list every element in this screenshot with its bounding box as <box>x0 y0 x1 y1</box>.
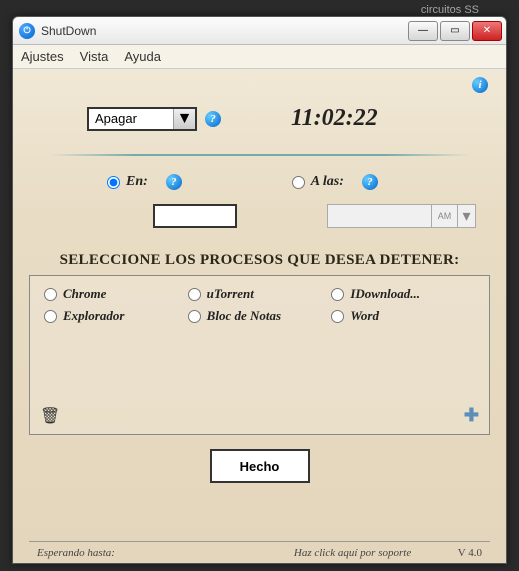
process-radio[interactable] <box>331 288 344 301</box>
process-item[interactable]: Word <box>331 308 475 324</box>
mode-row: En: ? A las: ? <box>29 174 490 190</box>
titlebar: ⏻ ShutDown — ▭ ✕ <box>13 17 506 45</box>
inputs-row: AM ▾ <box>29 204 490 228</box>
time-box: AM ▾ <box>327 204 476 228</box>
process-item[interactable]: IDownload... <box>331 286 475 302</box>
trash-icon[interactable]: 🗑 <box>40 406 60 426</box>
status-left: Esperando hasta: <box>37 547 247 559</box>
process-label: Bloc de Notas <box>207 308 281 324</box>
mode-en-label: En: <box>126 174 148 190</box>
process-radio[interactable] <box>188 310 201 323</box>
action-row: Apagar ▼ ? 11:02:22 <box>29 105 490 132</box>
app-window: ⏻ ShutDown — ▭ ✕ Ajustes Vista Ayuda i A… <box>12 16 507 564</box>
app-title: ShutDown <box>41 24 96 38</box>
time-input <box>327 204 432 228</box>
process-radio[interactable] <box>331 310 344 323</box>
close-button[interactable]: ✕ <box>472 21 502 41</box>
en-help-icon[interactable]: ? <box>166 174 182 190</box>
info-icon: i <box>472 77 488 93</box>
process-radio[interactable] <box>44 288 57 301</box>
process-label: Word <box>350 308 379 324</box>
mode-en-radio[interactable] <box>107 176 120 189</box>
mode-alas-group: A las: ? <box>292 174 378 190</box>
process-item[interactable]: Chrome <box>44 286 188 302</box>
ampm-label: AM <box>432 204 458 228</box>
window-controls: — ▭ ✕ <box>408 21 506 41</box>
processes-grid: Chrome uTorrent IDownload... Explorador … <box>44 286 475 324</box>
clock-display: 11:02:22 <box>291 105 378 132</box>
process-label: IDownload... <box>350 286 420 302</box>
chevron-down-icon: ▼ <box>173 109 195 129</box>
mode-alas-label: A las: <box>311 174 344 190</box>
menubar: Ajustes Vista Ayuda <box>13 45 506 69</box>
action-help-icon[interactable]: ? <box>205 111 221 127</box>
process-label: uTorrent <box>207 286 254 302</box>
duration-input[interactable] <box>153 204 237 228</box>
process-item[interactable]: uTorrent <box>188 286 332 302</box>
process-item[interactable]: Explorador <box>44 308 188 324</box>
add-icon[interactable]: ✚ <box>464 405 479 426</box>
menu-ajustes[interactable]: Ajustes <box>21 49 64 64</box>
process-item[interactable]: Bloc de Notas <box>188 308 332 324</box>
menu-vista[interactable]: Vista <box>80 49 109 64</box>
background-text: circuitos SS <box>421 4 479 16</box>
app-icon: ⏻ <box>19 23 35 39</box>
mode-en-group: En: ? <box>107 174 182 190</box>
action-dropdown[interactable]: Apagar ▼ <box>87 107 197 131</box>
process-label: Chrome <box>63 286 106 302</box>
divider <box>49 154 470 156</box>
statusbar: Esperando hasta: Haz click aquí por sopo… <box>29 541 490 563</box>
maximize-button[interactable]: ▭ <box>440 21 470 41</box>
process-radio[interactable] <box>188 288 201 301</box>
alas-help-icon[interactable]: ? <box>362 174 378 190</box>
support-link[interactable]: Haz click aquí por soporte <box>247 547 457 559</box>
version-label: V 4.0 <box>458 547 482 559</box>
processes-box: Chrome uTorrent IDownload... Explorador … <box>29 275 490 435</box>
process-radio[interactable] <box>44 310 57 323</box>
mode-alas-radio[interactable] <box>292 176 305 189</box>
info-button-top[interactable]: i <box>472 77 488 93</box>
action-dropdown-value: Apagar <box>89 111 173 126</box>
ampm-dropdown: ▾ <box>458 204 476 228</box>
process-label: Explorador <box>63 308 124 324</box>
content-area: i Apagar ▼ ? 11:02:22 En: ? A las: ? <box>13 69 506 563</box>
done-button[interactable]: Hecho <box>210 449 310 483</box>
processes-title: SELECCIONE LOS PROCESOS QUE DESEA DETENE… <box>29 252 490 269</box>
menu-ayuda[interactable]: Ayuda <box>124 49 161 64</box>
minimize-button[interactable]: — <box>408 21 438 41</box>
